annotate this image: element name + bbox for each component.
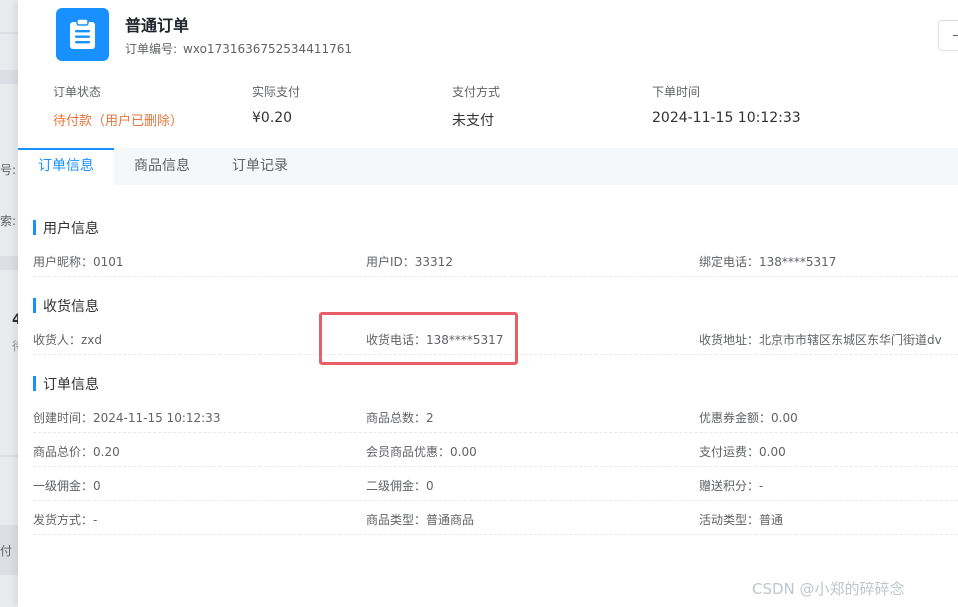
total-items: 商品总数：2 [366,411,434,425]
tab-order-records[interactable]: 订单记录 [210,148,310,185]
tab-order-info[interactable]: 订单信息 [18,148,114,185]
section-title-order: 订单信息 [33,374,99,394]
divider [0,32,18,34]
background-label: 付 [0,544,13,558]
summary-label: 下单时间 [652,85,701,99]
background-page: 号: 索: 4 待 付 [0,0,18,607]
order-logo [56,8,109,61]
shipping-fee: 支付运费：0.00 [699,445,786,459]
order-number-value: wxo1731636752534411761 [183,42,352,56]
user-id: 用户ID：33312 [366,255,453,269]
status-badge: 待付款（用户已删除） [53,114,184,129]
order-header: 普通订单 订单编号: wxo1731636752534411761 订单状态 待付… [18,0,958,148]
order-detail-drawer: 普通订单 订单编号: wxo1731636752534411761 订单状态 待付… [18,0,958,607]
info-row: 发货方式：- 商品类型：普通商品 活动类型：普通 [33,501,958,535]
info-row: 创建时间：2024-11-15 10:12:33 商品总数：2 优惠券金额：0.… [33,399,958,433]
bound-phone: 绑定电话：138****5317 [699,255,837,269]
level1-commission: 一级佣金：0 [33,479,101,493]
tab-product-info[interactable]: 商品信息 [114,148,210,185]
info-row: 商品总价：0.20 会员商品优惠：0.00 支付运费：0.00 [33,433,958,467]
summary-label: 实际支付 [252,85,301,99]
payment-method-summary: 支付方式 未支付 [452,83,500,130]
background-block [0,256,18,270]
info-row: 收货人：zxd 收货电话：138****5317 收货地址：北京市市辖区东城区东… [33,321,958,355]
product-total-price: 商品总价：0.20 [33,445,120,459]
product-type: 商品类型：普通商品 [366,513,475,527]
receiver-name: 收货人：zxd [33,333,103,347]
coupon-amount: 优惠券金额：0.00 [699,411,798,425]
user-nickname: 用户昵称：0101 [33,255,124,269]
section-title-user: 用户信息 [33,218,99,238]
created-time: 创建时间：2024-11-15 10:12:33 [33,411,221,425]
receiver-phone: 收货电话：138****5317 [366,333,504,347]
summary-value: 2024-11-15 10:12:33 [652,110,801,126]
receiver-address: 收货地址：北京市市辖区东城区东华门街道dv [699,333,942,347]
bonus-points: 赠送积分：- [699,479,764,493]
background-block [0,70,18,84]
background-label: 号: [0,163,17,177]
page-title: 普通订单 [125,16,190,35]
divider [0,455,18,457]
payment-amount-summary: 实际支付 ¥0.20 [252,83,300,126]
order-time-summary: 下单时间 2024-11-15 10:12:33 [652,83,801,126]
order-status-summary: 订单状态 待付款（用户已删除） [53,83,183,129]
order-number-label: 订单编号: [125,42,178,56]
delivery-method: 发货方式：- [33,513,98,527]
detail-tabs: 订单信息 商品信息 订单记录 [18,148,958,185]
summary-value: 未支付 [452,113,494,129]
screen: 号: 索: 4 待 付 普通订单 订单编号: wxo173163675253441… [0,0,958,607]
member-discount: 会员商品优惠：0.00 [366,445,477,459]
info-row: 一级佣金：0 二级佣金：0 赠送积分：- [33,467,958,501]
minus-icon [953,35,958,36]
activity-type: 活动类型：普通 [699,513,784,527]
watermark: CSDN @小郑的碎碎念 [752,580,905,598]
clipboard-icon [70,19,95,49]
background-label: 索: [0,214,17,228]
summary-label: 订单状态 [53,85,102,99]
level2-commission: 二级佣金：0 [366,479,434,493]
summary-value: ¥0.20 [252,110,293,126]
summary-label: 支付方式 [452,85,501,99]
section-title-shipping: 收货信息 [33,296,99,316]
more-button[interactable] [938,20,958,51]
order-number: 订单编号: wxo1731636752534411761 [125,40,352,57]
info-row: 用户昵称：0101 用户ID：33312 绑定电话：138****5317 [33,243,958,277]
